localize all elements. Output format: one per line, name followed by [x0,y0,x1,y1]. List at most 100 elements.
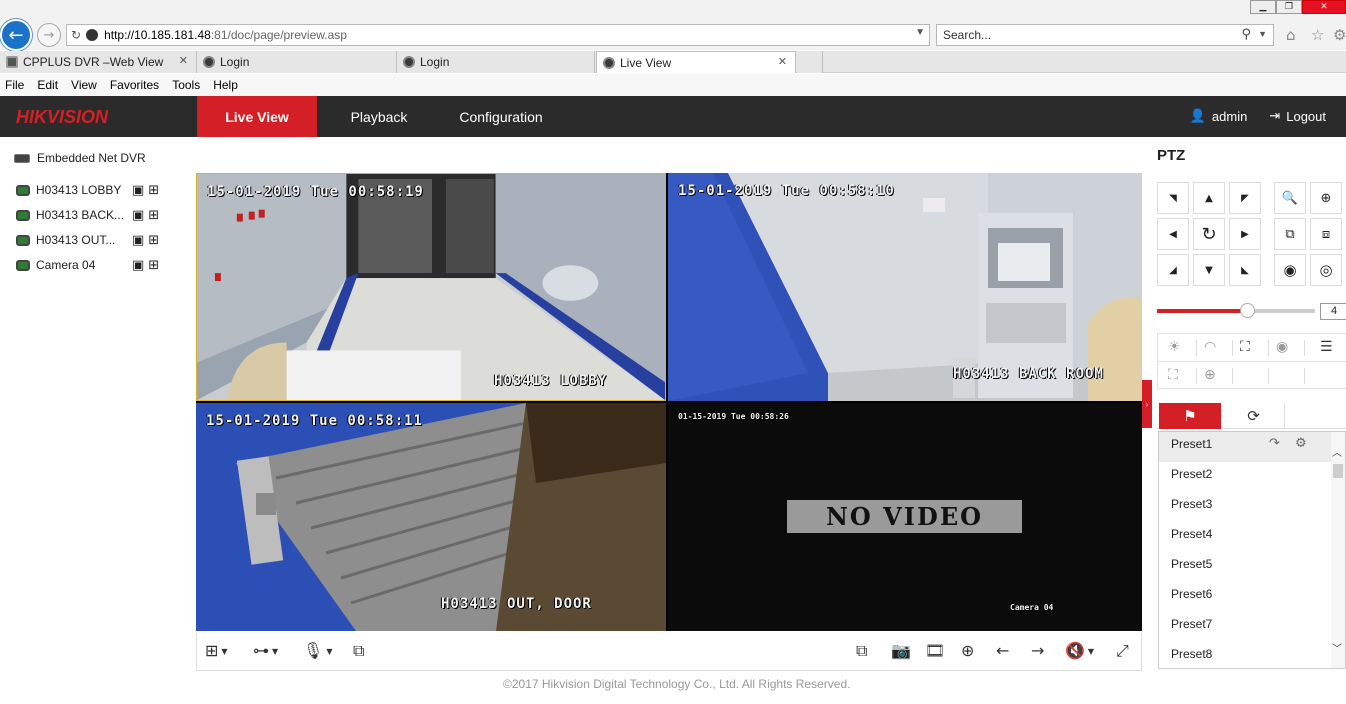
3d-zoom-icon[interactable]: ⊕ [1204,367,1216,383]
preset-item[interactable]: Preset4 [1159,522,1331,552]
lens-init-icon[interactable]: ◉ [1276,339,1288,355]
ptz-up-left-icon[interactable]: ◥ [1157,182,1189,214]
camera-item[interactable]: H03413 LOBBY ▣ ⊞ [16,181,176,199]
logout-link[interactable]: Logout [1286,109,1326,124]
username[interactable]: admin [1212,109,1247,124]
camera-item[interactable]: H03413 OUT... ▣ ⊞ [16,231,176,249]
close-window-icon[interactable]: ✕ [1302,0,1346,14]
video-window-3[interactable]: 15-01-2019 Tue 00:58:11 H03413 OUT, DOOR [196,403,666,631]
preset-item[interactable]: Preset8 [1159,642,1331,668]
menu-file[interactable]: File [5,78,24,92]
stream-type-icon[interactable]: ⊶ ▼ [253,641,278,660]
menu-icon[interactable]: ☰ [1320,339,1333,355]
tab-cpplus[interactable]: CPPLUS DVR –Web View ✕ [0,51,197,73]
nav-configuration[interactable]: Configuration [444,96,558,137]
favorites-star-icon[interactable]: ☆ [1311,26,1324,44]
tab-login-1[interactable]: Login [197,51,397,73]
video-window-1[interactable]: 15-01-2019 Tue 00:58:19 H03413 LOBBY [196,173,666,401]
close-tab-icon[interactable]: ✕ [778,55,787,68]
iris-close-icon[interactable]: ◎ [1310,254,1342,286]
focus-near-icon[interactable]: ⧉ [1274,218,1306,250]
wiper-icon[interactable]: ◠ [1204,339,1216,355]
ptz-auto-rotate-icon[interactable]: ↻ [1193,218,1225,250]
refresh-icon[interactable]: ↻ [71,28,81,42]
scroll-thumb[interactable] [1333,464,1343,478]
auxiliary-focus-icon[interactable]: ⛶ [1240,339,1250,355]
logout-icon[interactable]: ⇥ [1269,109,1280,124]
stream-settings-icon[interactable]: ⊞ [148,208,159,223]
video-window-4[interactable]: 01-15-2019 Tue 00:58:26 NO VIDEO Camera … [668,403,1142,631]
preset-item[interactable]: Preset3 [1159,492,1331,522]
preset-item[interactable]: Preset2 [1159,462,1331,492]
ptz-up-icon[interactable]: ▲ [1193,182,1225,214]
ptz-speed-slider[interactable] [1157,303,1315,318]
ptz-left-icon[interactable]: ◀ [1157,218,1189,250]
video-window-2[interactable]: 15-01-2019 Tue 00:58:10 H03413 BACK ROOM [668,173,1142,401]
stop-all-icon[interactable]: ⧉ [856,641,867,661]
iris-open-icon[interactable]: ◉ [1274,254,1306,286]
nav-playback[interactable]: Playback [326,96,432,137]
video-wall-icon[interactable]: ⧉ [353,641,364,661]
close-tab-icon[interactable]: ✕ [179,54,188,67]
scroll-up-icon[interactable]: ︿ [1332,444,1342,459]
settings-gear-icon[interactable]: ⚙ [1333,26,1346,44]
tab-login-2[interactable]: Login [397,51,595,73]
address-bar[interactable]: ↻ http://10.185.181.48:81/doc/page/previ… [66,24,930,46]
speed-knob[interactable] [1240,303,1255,318]
menu-view[interactable]: View [71,78,97,92]
digital-zoom-icon[interactable]: ⊕ [961,641,974,660]
preset-tab-flag-icon[interactable]: ⚑ [1159,403,1221,429]
call-preset-icon[interactable]: ↷ [1269,432,1280,456]
stream-settings-icon[interactable]: ⊞ [148,233,159,248]
scroll-down-icon[interactable]: ﹀ [1332,640,1342,655]
menu-favorites[interactable]: Favorites [110,78,159,92]
stream-settings-icon[interactable]: ⊞ [148,183,159,198]
next-page-icon[interactable]: → [1031,641,1044,660]
back-arrow-icon[interactable]: ← [0,19,32,51]
address-dropdown-icon[interactable]: ▼ [915,27,925,38]
search-icon[interactable]: ⚲ [1241,27,1251,42]
camera-item[interactable]: H03413 BACK... ▣ ⊞ [16,206,176,224]
fullscreen-icon[interactable]: ⤢ [1116,641,1129,661]
record-clip-icon[interactable]: 🎞 [925,641,945,660]
record-icon[interactable]: ▣ [132,208,144,223]
stream-settings-icon[interactable]: ⊞ [148,258,159,273]
light-icon[interactable]: ☀ [1168,339,1181,355]
preset-item[interactable]: Preset1 ↷ ⚙ [1159,432,1331,462]
record-icon[interactable]: ▣ [132,183,144,198]
preset-item[interactable]: Preset6 [1159,582,1331,612]
minimize-icon[interactable]: ▁ [1250,0,1276,14]
preset-item[interactable]: Preset5 [1159,552,1331,582]
ptz-down-icon[interactable]: ▼ [1193,254,1225,286]
window-layout-icon[interactable]: ⊞ ▼ [205,641,228,660]
zoom-out-icon[interactable]: 🔍 [1274,182,1306,214]
ptz-right-icon[interactable]: ▶ [1229,218,1261,250]
preset-scrollbar[interactable]: ︿ ﹀ [1331,432,1345,668]
camera-item[interactable]: Camera 04 ▣ ⊞ [16,256,176,274]
previous-page-icon[interactable]: ← [996,641,1009,660]
focus-far-icon[interactable]: ⧈ [1310,218,1342,250]
ptz-up-right-icon[interactable]: ◤ [1229,182,1261,214]
new-tab-button[interactable] [797,51,823,73]
preset-item[interactable]: Preset7 [1159,612,1331,642]
record-icon[interactable]: ▣ [132,258,144,273]
menu-help[interactable]: Help [213,78,238,92]
search-input[interactable]: Search... ⚲ ▼ [936,24,1274,46]
restore-icon[interactable]: ❐ [1276,0,1302,14]
panel-collapse-toggle[interactable]: › [1142,380,1152,428]
capture-camera-icon[interactable]: 📷 [891,641,911,660]
microphone-icon[interactable]: 🎙 ▼ [303,641,332,660]
manual-track-icon[interactable]: ⛶ [1168,367,1178,383]
menu-edit[interactable]: Edit [37,78,58,92]
patrol-tab-icon[interactable]: ⟳ [1223,403,1285,429]
ptz-down-right-icon[interactable]: ◣ [1229,254,1261,286]
search-dropdown-icon[interactable]: ▼ [1258,29,1267,39]
tree-root-dvr[interactable]: Embedded Net DVR [14,151,146,165]
tab-live-view[interactable]: Live View ✕ [596,51,796,73]
forward-arrow-icon[interactable]: → [37,23,61,47]
volume-mute-icon[interactable]: 🔇 ▼ [1065,641,1094,660]
zoom-in-icon[interactable]: ⊕ [1310,182,1342,214]
set-preset-gear-icon[interactable]: ⚙ [1295,432,1307,456]
record-icon[interactable]: ▣ [132,233,144,248]
ptz-down-left-icon[interactable]: ◢ [1157,254,1189,286]
